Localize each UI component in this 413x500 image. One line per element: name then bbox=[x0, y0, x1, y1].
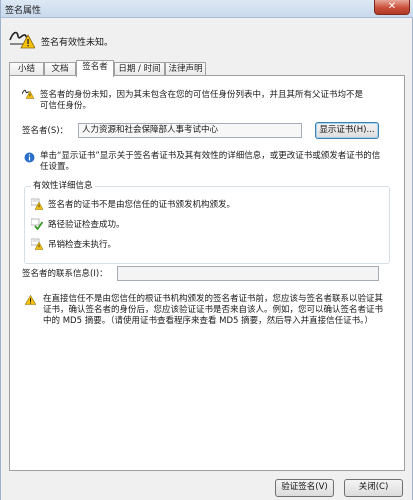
window-title: 签名属性 bbox=[5, 6, 42, 16]
validity-item-path-ok: 路径验证检查成功。 bbox=[48, 220, 125, 230]
signature-status-text: 签名有效性未知。 bbox=[41, 38, 114, 48]
warning-icon bbox=[25, 295, 36, 305]
close-window-button[interactable]: ✕ bbox=[374, 0, 410, 15]
warning-cert-icon bbox=[31, 198, 43, 210]
show-certificate-button[interactable]: 显示证书(H)... bbox=[315, 122, 379, 139]
tab-summary[interactable]: 小结 bbox=[9, 62, 44, 76]
validity-item-revocation: 吊销检查未执行。 bbox=[48, 240, 117, 250]
signer-label: 签名者(S)： bbox=[22, 126, 69, 136]
identity-warning-icon bbox=[22, 89, 34, 99]
signature-warning-icon bbox=[9, 31, 35, 49]
tab-date-time[interactable]: 日期 / 时间 bbox=[114, 62, 165, 76]
close-button[interactable]: 关闭(C) bbox=[344, 479, 403, 497]
title-bar[interactable]: 签名属性 ✕ bbox=[1, 0, 413, 18]
tab-legal-notice[interactable]: 法律声明 bbox=[165, 62, 206, 76]
contact-info-field[interactable] bbox=[117, 266, 379, 281]
info-icon bbox=[24, 152, 35, 163]
signer-name-field[interactable]: 人力资源和社会保障部人事考试中心 bbox=[78, 123, 302, 138]
signature-status-header: 签名有效性未知。 bbox=[1, 18, 413, 62]
signature-properties-dialog: 签名属性 ✕ 签名有效性未知。 小结 文档 签名者 日期 / 时间 法律声明 签… bbox=[0, 0, 413, 500]
validate-signature-button[interactable]: 验证签名(V) bbox=[275, 479, 334, 497]
show-certificate-info-text: 单击“显示证书”显示关于签名者证书及其有效性的详细信息，或更改证书或颁发者证书的… bbox=[40, 151, 381, 172]
warning-revocation-icon bbox=[31, 238, 43, 250]
validity-group-title: 有效性详细信息 bbox=[31, 181, 95, 192]
tab-document[interactable]: 文档 bbox=[44, 62, 76, 76]
identity-unknown-message: 签名者的身份未知，因为其未包含在您的可信任身份列表中，并且其所有父证书均不是可信… bbox=[40, 90, 364, 111]
signer-tab-panel: 签名者的身份未知，因为其未包含在您的可信任身份列表中，并且其所有父证书均不是可信… bbox=[9, 75, 405, 471]
valid-path-icon bbox=[31, 218, 43, 230]
validity-item-untrusted-ca: 签名者的证书不是由您信任的证书颁发机构颁发。 bbox=[48, 200, 236, 210]
validity-details-group: 有效性详细信息 签名者的证书不是由您信任的证书颁发机构颁发。 路径验证检查成功。… bbox=[24, 181, 390, 264]
trust-warning-text: 在直接信任不是由您信任的根证书机构颁发的签名者证书前，您应该与签名者联系以验证其… bbox=[43, 294, 384, 326]
tab-signer[interactable]: 签名者 bbox=[76, 60, 114, 77]
contact-info-label: 签名者的联系信息(I)： bbox=[22, 269, 108, 279]
